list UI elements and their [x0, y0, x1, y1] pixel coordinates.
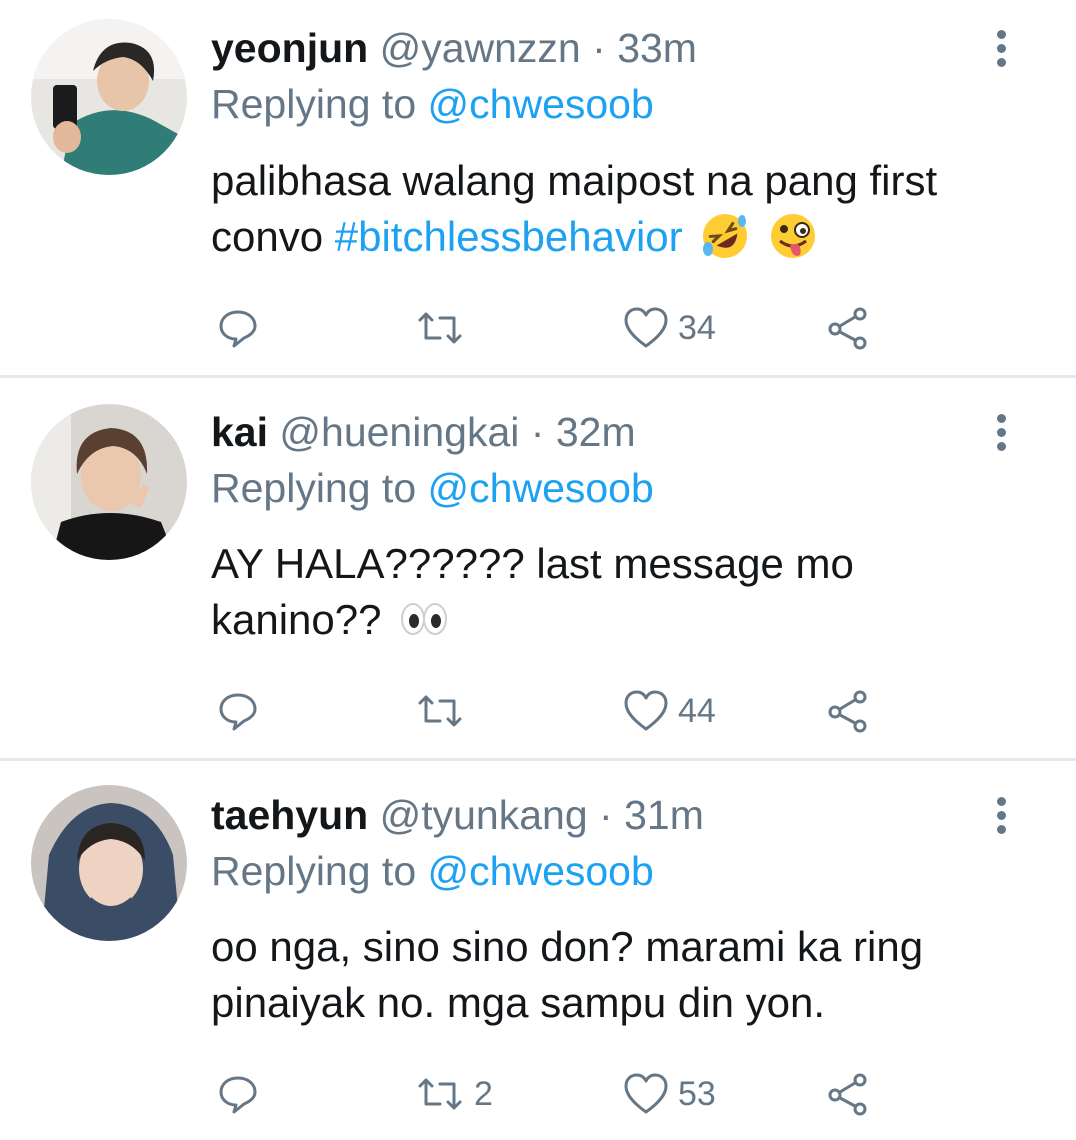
timestamp[interactable]: 31m — [624, 792, 704, 838]
tweet-header: taehyun @tyunkang · 31m — [211, 791, 704, 839]
avatar-kai[interactable] — [31, 404, 187, 560]
separator-dot: · — [592, 25, 606, 71]
timestamp[interactable]: 32m — [556, 409, 636, 455]
handle[interactable]: @hueningkai — [279, 409, 519, 455]
rolling-on-floor-laughing-emoji — [703, 214, 748, 258]
more-icon[interactable] — [994, 414, 1008, 454]
tweet-actions: 44 — [0, 683, 1076, 739]
retweet-button[interactable]: 2 — [414, 1066, 493, 1122]
separator-dot: · — [599, 792, 613, 838]
display-name[interactable]: taehyun — [211, 792, 368, 838]
tweet-body: AY HALA?????? last message mo kanino?? — [211, 540, 854, 643]
share-button[interactable] — [826, 300, 872, 356]
like-count: 53 — [678, 1074, 716, 1113]
tweet-1[interactable]: yeonjun @yawnzzn · 33m Replying to @chwe… — [0, 0, 1076, 375]
tweet-body: oo nga, sino sino don? marami ka ring pi… — [211, 923, 924, 1026]
like-button[interactable]: 34 — [622, 300, 716, 356]
tweet-text: palibhasa walang maipost na pang first c… — [211, 153, 1031, 265]
zany-face-emoji — [770, 214, 815, 258]
reply-icon — [219, 1076, 257, 1114]
hashtag-link[interactable]: #bitchlessbehavior — [335, 213, 683, 260]
retweet-button[interactable] — [414, 683, 474, 739]
tweet-actions: 34 — [0, 300, 1076, 356]
share-icon — [828, 690, 867, 733]
handle[interactable]: @yawnzzn — [380, 25, 581, 71]
like-button[interactable]: 44 — [622, 683, 716, 739]
reply-icon — [219, 693, 257, 731]
tweet-actions: 2 53 — [0, 1066, 1076, 1122]
replying-to-line: Replying to @chwesoob — [211, 80, 654, 128]
tweet-header: yeonjun @yawnzzn · 33m — [211, 24, 697, 72]
share-button[interactable] — [826, 1066, 872, 1122]
avatar-yeonjun[interactable] — [31, 19, 187, 175]
reply-mention[interactable]: @chwesoob — [428, 81, 654, 127]
like-icon — [624, 307, 668, 348]
retweet-icon — [418, 1078, 462, 1110]
eyes-emoji — [401, 603, 448, 635]
handle[interactable]: @tyunkang — [380, 792, 588, 838]
reply-button[interactable] — [216, 300, 260, 356]
tweet-text: oo nga, sino sino don? marami ka ring pi… — [211, 919, 1031, 1031]
display-name[interactable]: yeonjun — [211, 25, 368, 71]
replying-to-line: Replying to @chwesoob — [211, 847, 654, 895]
avatar-taehyun[interactable] — [31, 785, 187, 941]
more-icon[interactable] — [994, 797, 1008, 837]
share-icon — [828, 1073, 867, 1116]
retweet-icon — [418, 695, 462, 727]
share-icon — [828, 307, 867, 350]
replying-to-line: Replying to @chwesoob — [211, 464, 654, 512]
retweet-icon — [418, 312, 462, 344]
share-button[interactable] — [826, 683, 872, 739]
display-name[interactable]: kai — [211, 409, 268, 455]
more-icon[interactable] — [994, 30, 1008, 70]
replying-prefix: Replying to — [211, 848, 417, 894]
like-count: 34 — [678, 308, 716, 347]
reply-mention[interactable]: @chwesoob — [428, 465, 654, 511]
like-button[interactable]: 53 — [622, 1066, 716, 1122]
replying-prefix: Replying to — [211, 465, 417, 511]
separator-dot: · — [530, 409, 545, 455]
replying-prefix: Replying to — [211, 81, 417, 127]
like-count: 44 — [678, 691, 716, 730]
reply-button[interactable] — [216, 1066, 260, 1122]
tweet-2[interactable]: kai @hueningkai · 32m Replying to @chwes… — [0, 378, 1076, 756]
reply-mention[interactable]: @chwesoob — [428, 848, 654, 894]
timestamp[interactable]: 33m — [617, 25, 697, 71]
reply-icon — [219, 310, 257, 348]
tweet-header: kai @hueningkai · 32m — [211, 408, 636, 456]
like-icon — [624, 690, 668, 731]
retweet-count: 2 — [474, 1074, 493, 1113]
reply-button[interactable] — [216, 683, 260, 739]
retweet-button[interactable] — [414, 300, 474, 356]
tweet-3[interactable]: taehyun @tyunkang · 31m Replying to @chw… — [0, 761, 1076, 1140]
like-icon — [624, 1073, 668, 1114]
tweet-text: AY HALA?????? last message mo kanino?? — [211, 536, 1031, 648]
